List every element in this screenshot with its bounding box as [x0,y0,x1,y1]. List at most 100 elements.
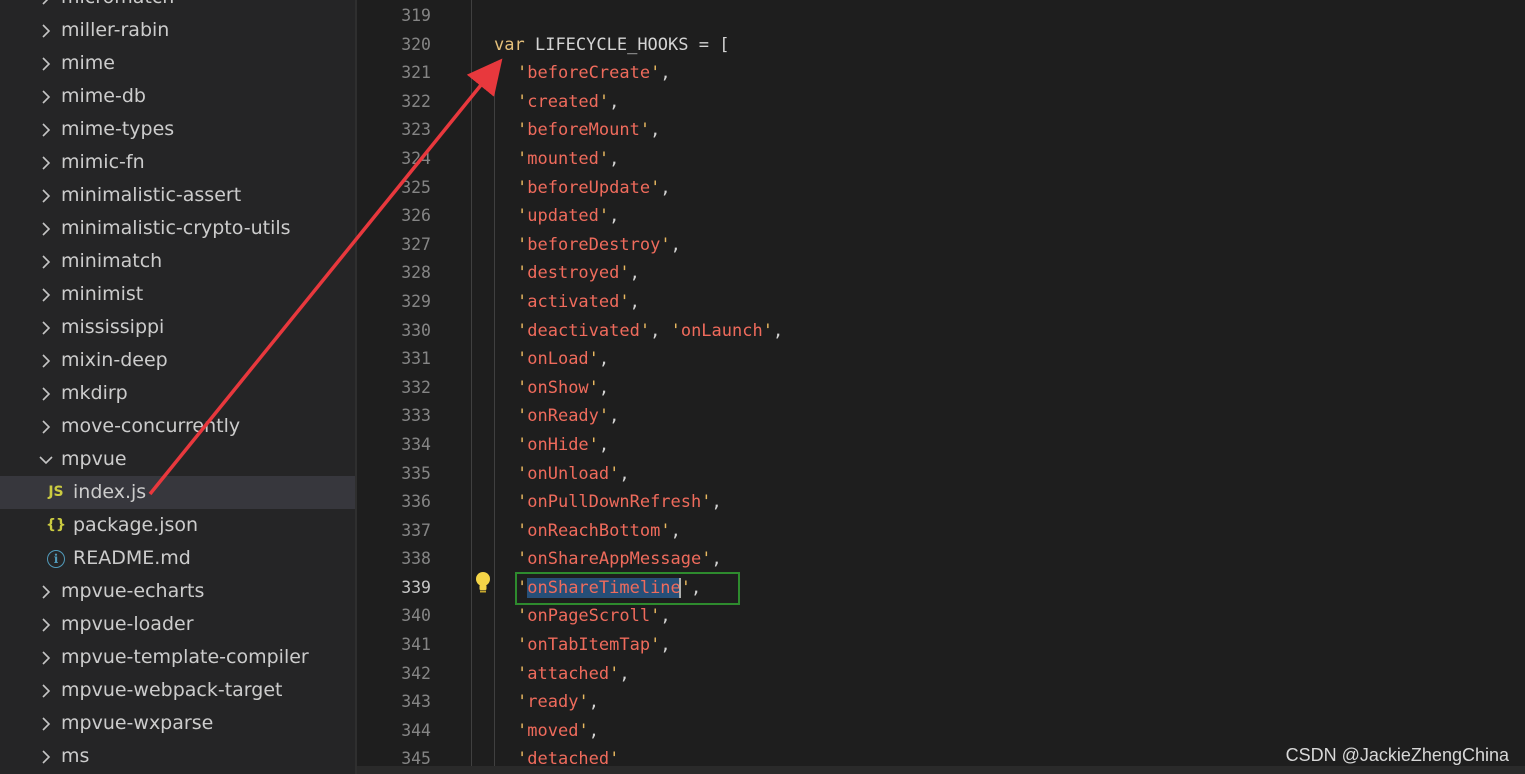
lightbulb-icon[interactable] [474,571,492,599]
code-line[interactable]: 327 'beforeDestroy', [357,231,1525,260]
tree-item-label: minimist [61,283,144,305]
code-punctuation: ' [670,320,681,341]
tree-item-label: mpvue-webpack-target [61,679,283,701]
tree-folder[interactable]: micromatch [0,0,355,14]
tree-folder[interactable]: mixin-deep [0,344,355,377]
code-line[interactable]: 334 'onHide', [357,431,1525,460]
chevron-right-icon[interactable] [38,608,54,641]
chevron-right-icon[interactable] [38,311,54,344]
tree-folder[interactable]: minimatch [0,245,355,278]
chevron-right-icon[interactable] [38,47,54,80]
code-line[interactable]: 324 'mounted', [357,145,1525,174]
chevron-right-icon[interactable] [38,410,54,443]
code-line[interactable]: 319 [357,2,1525,31]
tree-item-label: minimalistic-assert [61,184,242,206]
chevron-right-icon[interactable] [38,179,54,212]
code-line[interactable]: 341 'onTabItemTap', [357,631,1525,660]
comma-token: , [588,720,599,741]
code-line[interactable]: 336 'onPullDownRefresh', [357,488,1525,517]
code-line[interactable]: 326 'updated', [357,202,1525,231]
comma-token: , [660,63,671,84]
horizontal-scrollbar[interactable] [357,766,1525,774]
chevron-right-icon[interactable] [38,344,54,377]
tree-folder[interactable]: minimalistic-crypto-utils [0,212,355,245]
code-content: 'moved', [517,717,599,746]
line-number: 328 [401,263,431,283]
tree-folder[interactable]: mpvue-wxparse [0,707,355,740]
code-content: 'onPullDownRefresh', [517,488,722,517]
chevron-right-icon[interactable] [38,278,54,311]
chevron-right-icon[interactable] [38,212,54,245]
code-line[interactable]: 333 'onReady', [357,402,1525,431]
code-line[interactable]: 330'deactivated', 'onLaunch', [357,317,1525,346]
chevron-right-icon[interactable] [38,674,54,707]
code-punctuation: ' [609,463,620,484]
code-line[interactable]: 335 'onUnload', [357,460,1525,489]
tree-folder[interactable]: minimist [0,278,355,311]
tree-folder[interactable]: mpvue [0,443,355,476]
code-punctuation: ' [517,91,528,112]
code-line[interactable]: 344 'moved', [357,717,1525,746]
code-line[interactable]: 325 'beforeUpdate', [357,174,1525,203]
chevron-right-icon[interactable] [38,146,54,179]
tree-folder[interactable]: mpvue-template-compiler [0,641,355,674]
tree-folder[interactable]: mime-db [0,80,355,113]
code-line[interactable]: 320 var LIFECYCLE_HOOKS = [ [357,31,1525,60]
code-line[interactable]: 340 'onPageScroll', [357,602,1525,631]
tree-folder[interactable]: mime [0,47,355,80]
tree-file[interactable]: {} package.json [0,509,355,542]
code-line[interactable]: 323 'beforeMount', [357,116,1525,145]
chevron-right-icon[interactable] [38,245,54,278]
chevron-right-icon[interactable] [38,0,54,14]
code-line[interactable]: 339 'onShareTimeline', [357,574,1525,603]
comma-token: , [619,663,630,684]
code-line[interactable]: 343 'ready', [357,688,1525,717]
tree-file[interactable]: JS index.js [0,476,355,509]
chevron-right-icon[interactable] [38,377,54,410]
chevron-right-icon[interactable] [38,14,54,47]
code-punctuation: ' [517,177,528,198]
tree-folder[interactable]: mpvue-webpack-target [0,674,355,707]
code-line[interactable]: 332 'onShow', [357,374,1525,403]
code-line[interactable]: 321 'beforeCreate', [357,59,1525,88]
tree-folder[interactable]: minimalistic-assert [0,179,355,212]
code-content: 'deactivated', 'onLaunch', [517,317,783,346]
chevron-right-icon[interactable] [38,113,54,146]
line-number: 324 [401,148,431,168]
tree-item-label: mime-types [61,118,175,140]
keyword-token: var [494,34,525,55]
tree-folder[interactable]: mississippi [0,311,355,344]
code-line[interactable]: 328 'destroyed', [357,259,1525,288]
code-line[interactable]: 322 'created', [357,88,1525,117]
line-number: 342 [401,663,431,683]
chevron-right-icon[interactable] [38,707,54,740]
code-punctuation: ' [517,377,528,398]
chevron-right-icon[interactable] [38,641,54,674]
chevron-right-icon[interactable] [38,740,54,773]
tree-folder[interactable]: mkdirp [0,377,355,410]
chevron-right-icon[interactable] [38,575,54,608]
tree-folder[interactable]: mimic-fn [0,146,355,179]
tree-folder[interactable]: mime-types [0,113,355,146]
code-punctuation: ' [517,234,528,255]
comma-token: , [711,549,722,570]
tree-folder[interactable]: move-concurrently [0,410,355,443]
chevron-right-icon[interactable] [38,80,54,113]
code-content: 'beforeDestroy', [517,231,681,260]
code-line[interactable]: 337 'onReachBottom', [357,517,1525,546]
tree-file[interactable]: i README.md [0,542,355,575]
code-line[interactable]: 331 'onLoad', [357,345,1525,374]
code-line[interactable]: 329 'activated', [357,288,1525,317]
tree-folder[interactable]: miller-rabin [0,14,355,47]
tree-folder[interactable]: ms [0,740,355,773]
code-punctuation: ' [517,291,528,312]
code-line[interactable]: 338 'onShareAppMessage', [357,545,1525,574]
code-punctuation: ' [517,492,528,513]
code-editor[interactable]: 319 320 var LIFECYCLE_HOOKS = [321'beforeC… [357,0,1525,774]
chevron-down-icon[interactable] [38,443,54,476]
tree-item-label: mixin-deep [61,349,168,371]
comma-token: , [629,291,640,312]
tree-folder[interactable]: mpvue-loader [0,608,355,641]
code-line[interactable]: 342 'attached', [357,660,1525,689]
tree-folder[interactable]: mpvue-echarts [0,575,355,608]
